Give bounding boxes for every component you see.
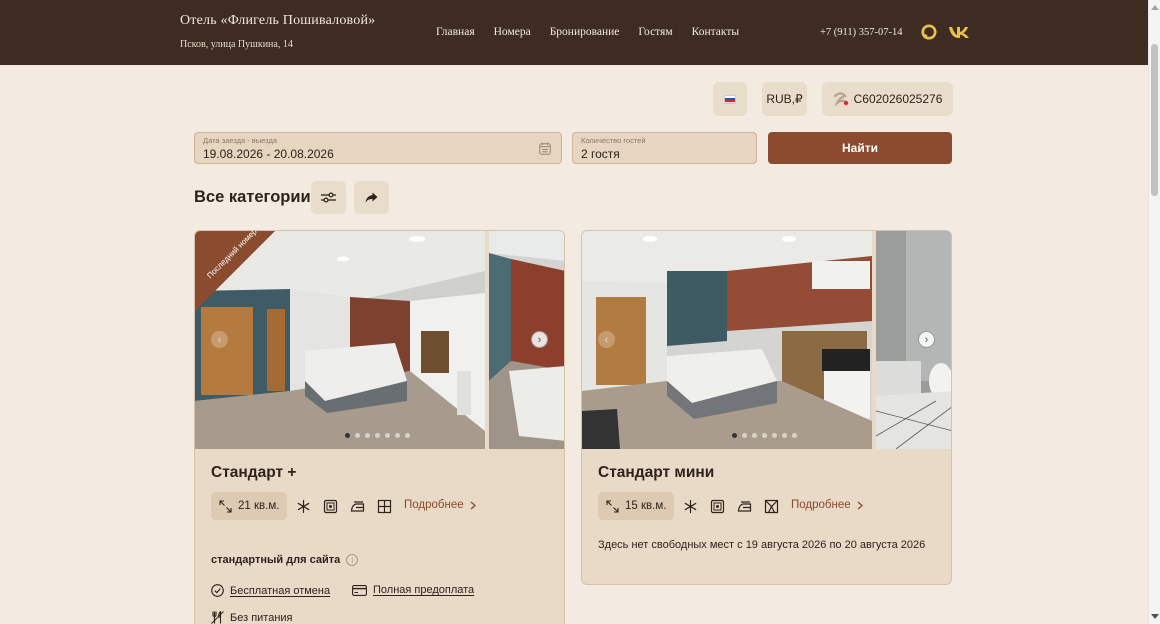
account-id: C602026025276 [853, 92, 943, 106]
gallery-dot[interactable] [792, 433, 797, 438]
more-link-label: Подробнее [404, 499, 464, 511]
last-room-badge: Последний номер [195, 231, 275, 311]
gallery-dot[interactable] [385, 433, 390, 438]
resize-icon [606, 499, 619, 513]
phone-link[interactable]: +7 (911) 357-07-14 [820, 27, 903, 38]
room-gallery[interactable]: Последний номер ‹ › [195, 231, 564, 449]
gallery-dot[interactable] [395, 433, 400, 438]
snowflake-icon [297, 500, 310, 513]
scroll-down-icon[interactable] [1151, 614, 1159, 619]
more-link[interactable]: Подробнее [791, 499, 863, 511]
more-link[interactable]: Подробнее [404, 499, 476, 511]
date-range-field[interactable]: Дата заезда - выезда 19.08.2026 - 20.08.… [194, 132, 562, 164]
nav-booking[interactable]: Бронирование [550, 26, 620, 38]
hanger-icon [764, 499, 779, 514]
info-icon[interactable]: i [346, 554, 359, 566]
page-scrollbar[interactable] [1148, 0, 1160, 624]
room-area: 15 кв.м. [625, 500, 667, 512]
vk-icon[interactable] [948, 24, 970, 40]
room-area-badge: 21 кв.м. [211, 492, 288, 520]
gallery-dot[interactable] [405, 433, 410, 438]
search-button[interactable]: Найти [768, 132, 952, 164]
hotel-address: Псков, улица Пушкина, 14 [180, 39, 293, 50]
gallery-next-icon[interactable]: › [918, 331, 935, 348]
scroll-thumb[interactable] [1151, 44, 1158, 196]
site-header: Отель «Флигель Пошиваловой» Псков, улица… [0, 0, 1148, 65]
credit-card-icon [352, 584, 367, 596]
gallery-dot[interactable] [762, 433, 767, 438]
nav-guests[interactable]: Гостям [638, 26, 672, 38]
resize-icon [219, 499, 232, 513]
gallery-dot[interactable] [345, 433, 350, 438]
gallery-dot[interactable] [752, 433, 757, 438]
meals-text: Без питания [230, 611, 293, 624]
guests-field[interactable]: Количество гостей 2 гостя [572, 132, 757, 164]
filter-button[interactable] [311, 181, 346, 214]
date-range-label: Дата заезда - выезда [203, 136, 277, 145]
scroll-up-icon[interactable] [1151, 5, 1159, 10]
max-icon[interactable] [920, 24, 938, 40]
gallery-dot[interactable] [782, 433, 787, 438]
category-title[interactable]: Все категории [194, 188, 311, 207]
option-free-cancel: Бесплатная отмена [211, 584, 330, 597]
option-prepayment: Полная предоплата [352, 584, 474, 596]
chevron-right-icon [470, 501, 476, 509]
account-button[interactable]: C602026025276 [822, 82, 953, 116]
window-icon [377, 499, 392, 514]
safe-icon [710, 499, 725, 514]
main-nav: Главная Номера Бронирование Гостям Конта… [436, 26, 739, 38]
room-gallery[interactable]: ‹ › [582, 231, 951, 449]
room-area-badge: 15 кв.м. [598, 492, 675, 520]
option-meals: Без питания [211, 611, 293, 624]
nav-rooms[interactable]: Номера [494, 26, 531, 38]
iron-icon [737, 501, 752, 512]
gallery-dot[interactable] [772, 433, 777, 438]
safe-icon [323, 499, 338, 514]
tariff-name: стандартный для сайта i [211, 554, 359, 566]
gallery-next-icon[interactable]: › [531, 331, 548, 348]
room-photo-next [876, 231, 951, 449]
hotel-name[interactable]: Отель «Флигель Пошиваловой» [180, 13, 375, 29]
account-logo-icon [833, 92, 848, 106]
gallery-dots [345, 433, 410, 438]
room-card: Последний номер ‹ › Стандарт + 21 кв.м. [194, 230, 565, 624]
gallery-dot[interactable] [365, 433, 370, 438]
tariff-name-text: стандартный для сайта [211, 554, 341, 566]
gallery-dots [732, 433, 797, 438]
gallery-prev-icon[interactable]: ‹ [211, 331, 228, 348]
iron-icon [350, 501, 365, 512]
room-area: 21 кв.м. [238, 500, 280, 512]
language-button[interactable] [713, 82, 747, 116]
nav-contacts[interactable]: Контакты [692, 26, 739, 38]
snowflake-icon [684, 500, 697, 513]
gallery-dot[interactable] [732, 433, 737, 438]
sliders-icon [321, 192, 336, 203]
room-card: ‹ › Стандарт мини 15 кв.м. Подробнее Зде… [581, 230, 952, 585]
gallery-dot[interactable] [742, 433, 747, 438]
gallery-dot[interactable] [355, 433, 360, 438]
date-range-value: 19.08.2026 - 20.08.2026 [203, 147, 334, 161]
calendar-icon[interactable] [539, 142, 551, 155]
currency-button[interactable]: RUB,₽ [762, 82, 807, 116]
guests-label: Количество гостей [581, 136, 646, 145]
room-title[interactable]: Стандарт + [211, 464, 296, 482]
gallery-prev-icon[interactable]: ‹ [598, 331, 615, 348]
room-title[interactable]: Стандарт мини [598, 464, 714, 482]
gallery-dot[interactable] [375, 433, 380, 438]
share-button[interactable] [354, 181, 389, 214]
room-photo [582, 231, 872, 449]
prepayment-link[interactable]: Полная предоплата [373, 584, 474, 596]
guests-value: 2 гостя [581, 147, 620, 161]
chevron-right-icon [857, 501, 863, 509]
free-cancel-link[interactable]: Бесплатная отмена [230, 585, 330, 597]
no-availability-message: Здесь нет свободных мест с 19 августа 20… [598, 539, 926, 551]
room-photo-next [489, 231, 564, 449]
more-link-label: Подробнее [791, 499, 851, 511]
share-arrow-icon [365, 192, 378, 203]
russia-flag-icon [724, 94, 736, 104]
nav-home[interactable]: Главная [436, 26, 475, 38]
check-circle-icon [211, 584, 224, 597]
cutlery-icon [211, 611, 224, 624]
